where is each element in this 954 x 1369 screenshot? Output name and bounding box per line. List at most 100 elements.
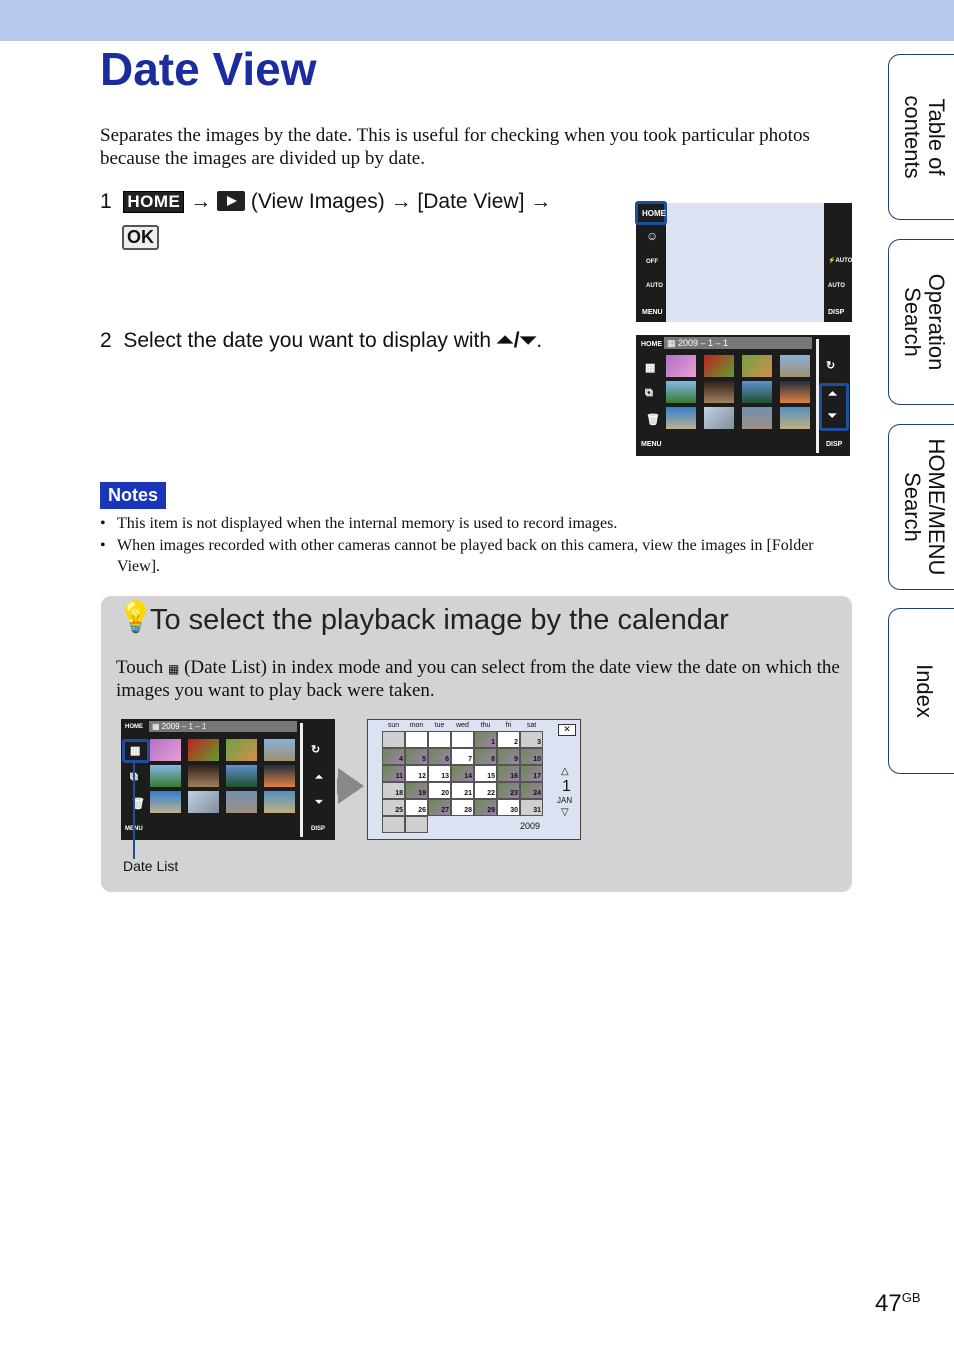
close-button[interactable]: ✕ [558,724,576,736]
photo-thumbnail[interactable] [226,765,257,787]
disp-button[interactable]: DISP [828,309,844,316]
date-bar: ▦ 2009 – 1 – 1 [149,721,297,732]
calendar-day[interactable]: 8 [474,748,497,765]
date-list-icon: ▦ [167,662,180,676]
arrow-stem [337,778,349,794]
photo-thumbnail[interactable] [150,765,181,787]
calendar-day[interactable]: 30 [497,799,520,816]
photo-thumbnail[interactable] [264,791,295,813]
calendar-day[interactable]: 25 [382,799,405,816]
menu-button[interactable]: MENU [642,309,663,316]
calendar-day[interactable]: 27 [428,799,451,816]
photo-thumbnail[interactable] [188,791,219,813]
side-tab[interactable]: Operation Search [888,239,954,405]
calendar-day[interactable]: 7 [451,748,474,765]
calendar-day[interactable]: 9 [497,748,520,765]
rotate-icon[interactable]: ↻ [311,743,320,756]
photo-thumbnail[interactable] [780,355,810,377]
photo-thumbnail[interactable] [226,791,257,813]
photo-thumbnail[interactable] [226,739,257,761]
year-label: 2009 [520,821,541,831]
scroll-top-icon[interactable]: ⏶ [828,388,837,401]
scroll-bottom-icon[interactable]: ⏷ [828,410,837,423]
calendar-day[interactable]: 1 [474,731,497,748]
period: . [536,329,543,352]
scroll-buttons[interactable]: ⏶ ⏷ [819,383,849,431]
day-header: fri [505,722,512,729]
calendar-day[interactable]: 11 [382,765,405,782]
photo-thumbnail[interactable] [150,739,181,761]
home-button[interactable]: HOME [125,724,143,730]
photo-thumbnail[interactable] [780,381,810,403]
date-list-button[interactable]: ▦ [122,739,150,763]
callout-line [133,763,135,859]
calendar-day[interactable]: 20 [428,782,451,799]
calendar-day[interactable]: 23 [497,782,520,799]
menu-button[interactable]: MENU [641,441,662,448]
calendar-day[interactable]: 13 [428,765,451,782]
calendar-day[interactable]: 18 [382,782,405,799]
scrollbar[interactable] [300,723,303,837]
side-tab-label: HOME/MENU Search [899,438,949,576]
prev-month-button[interactable]: △ [561,766,569,777]
calendar-day[interactable]: 24 [520,782,543,799]
photo-thumbnail[interactable] [264,739,295,761]
calendar-day[interactable]: 16 [497,765,520,782]
disp-button[interactable]: DISP [311,826,325,832]
intro-text: Separates the images by the date. This i… [100,125,810,169]
delete-icon[interactable]: 🗑 [646,413,660,426]
calendar-day [428,731,451,748]
photo-thumbnail[interactable] [780,407,810,429]
photo-thumbnail[interactable] [666,355,696,377]
calendar-day[interactable]: 31 [520,799,543,816]
calendar-day[interactable]: 6 [428,748,451,765]
day-header: tue [434,722,445,729]
photo-thumbnail[interactable] [666,381,696,403]
calendar-day[interactable]: 2 [497,731,520,748]
calendar-day[interactable]: 17 [520,765,543,782]
date-list-icon[interactable]: ▦ [130,744,140,757]
photo-thumbnail[interactable] [150,791,181,813]
day-header: thu [480,722,491,729]
arrow: → [190,190,212,213]
photo-thumbnail[interactable] [704,407,734,429]
calendar-day[interactable]: 4 [382,748,405,765]
calendar-day[interactable]: 28 [451,799,474,816]
rotate-icon[interactable]: ↻ [826,359,835,372]
side-tab[interactable]: HOME/MENU Search [888,424,954,590]
calendar-screen: sun mon tue wed thu fri sat 1 2 3 4 5 6 7 8 9 10 11 12 13 1… [367,719,581,840]
side-tab[interactable]: Index [888,608,954,774]
home-button[interactable]: HOME [642,209,666,218]
photo-thumbnail[interactable] [742,381,772,403]
date-list-icon[interactable]: ▦ [645,361,655,374]
photo-thumbnail[interactable] [666,407,696,429]
calendar-day[interactable]: 12 [405,765,428,782]
tip-text-end: (Date List) in index mode and you can se… [116,657,840,701]
slideshow-icon[interactable]: ⧉ [645,387,653,400]
photo-thumbnail[interactable] [264,765,295,787]
photo-thumbnail[interactable] [704,381,734,403]
photo-thumbnail[interactable] [742,407,772,429]
photo-thumbnail[interactable] [742,355,772,377]
photo-thumbnail[interactable] [704,355,734,377]
side-tab[interactable]: Table of contents [888,54,954,220]
calendar-day[interactable]: 26 [405,799,428,816]
calendar-day[interactable]: 21 [451,782,474,799]
home-button[interactable]: HOME [641,341,662,348]
photo-thumbnail[interactable] [188,739,219,761]
calendar-day[interactable]: 15 [474,765,497,782]
next-month-button[interactable]: ▽ [561,807,569,818]
calendar-day[interactable]: 29 [474,799,497,816]
calendar-day[interactable]: 22 [474,782,497,799]
calendar-day[interactable]: 14 [451,765,474,782]
calendar-day[interactable]: 3 [520,731,543,748]
scroll-top-icon[interactable]: ⏶ [315,772,323,783]
scroll-bottom-icon[interactable]: ⏷ [315,797,323,808]
calendar-day[interactable]: 10 [520,748,543,765]
note-item: This item is not displayed when the inte… [100,513,835,534]
calendar-day[interactable]: 5 [405,748,428,765]
date-label: 2009 – 1 – 1 [678,338,729,348]
disp-button[interactable]: DISP [826,441,842,448]
calendar-day[interactable]: 19 [405,782,428,799]
photo-thumbnail[interactable] [188,765,219,787]
